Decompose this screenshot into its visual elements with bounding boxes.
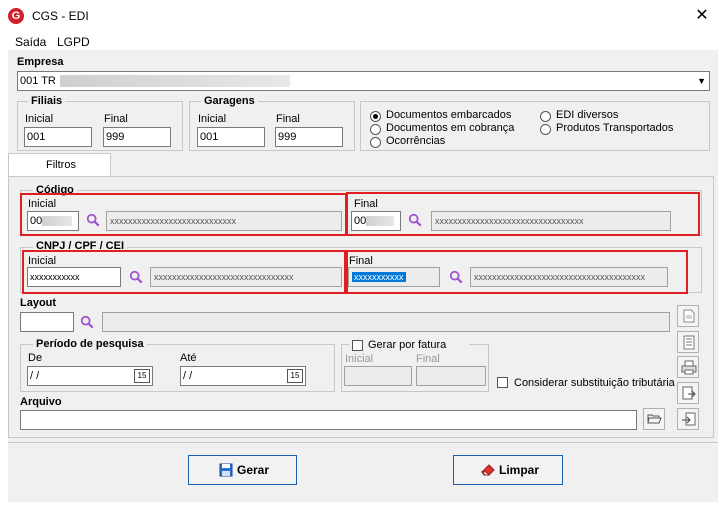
tab-filtros-label: Filtros [46, 159, 76, 171]
menu-item-lgpd[interactable]: LGPD [57, 35, 90, 49]
radio-ocorrencias[interactable] [370, 137, 381, 148]
save-icon [219, 463, 233, 477]
print-button[interactable] [677, 356, 699, 378]
search-icon[interactable] [80, 315, 94, 329]
app-logo-icon: G [8, 8, 24, 24]
title-bar: G CGS - EDI ✕ [0, 0, 726, 32]
cnpj-inicial-input[interactable]: xxxxxxxxxxx [27, 267, 121, 287]
window-title: CGS - EDI [32, 9, 89, 23]
cnpj-final-input[interactable]: xxxxxxxxxxx [348, 267, 440, 287]
calendar-icon[interactable]: 15 [134, 369, 150, 383]
calendar-icon[interactable]: 15 [287, 369, 303, 383]
eraser-icon [480, 464, 495, 476]
radio-produtos-transportados[interactable] [540, 124, 551, 135]
radio-label: Produtos Transportados [556, 122, 674, 134]
cnpj-inicial-label: Inicial [28, 255, 57, 267]
divider [8, 442, 718, 443]
substituicao-checkbox[interactable] [497, 377, 508, 388]
periodo-ate-value: / / [183, 370, 193, 382]
redacted-text [366, 216, 394, 226]
filiais-inicial-label: Inicial [25, 113, 54, 125]
garagens-inicial-input[interactable]: 001 [197, 127, 265, 147]
cnpj-final-desc: xxxxxxxxxxxxxxxxxxxxxxxxxxxxxxxxxxxxxx [470, 267, 668, 287]
cnpj-inicial-desc: xxxxxxxxxxxxxxxxxxxxxxxxxxxxxxx [150, 267, 342, 287]
empresa-value: 001 TR [20, 75, 56, 87]
folder-icon [647, 414, 662, 424]
folder-open-button[interactable] [643, 408, 665, 430]
filiais-final-label: Final [104, 113, 128, 125]
empresa-label: Empresa [17, 56, 64, 68]
layout-input[interactable] [20, 312, 74, 332]
codigo-final-input[interactable]: 00 [351, 211, 401, 231]
garagens-label: Garagens [201, 95, 258, 107]
import-icon [682, 412, 696, 426]
arquivo-label: Arquivo [20, 396, 62, 408]
radio-documentos-embarcados[interactable] [370, 111, 381, 122]
fatura-inicial-input [344, 366, 412, 386]
close-button[interactable]: ✕ [690, 4, 714, 28]
radio-edi-diversos[interactable] [540, 111, 551, 122]
document-icon [683, 309, 695, 323]
layout-label: Layout [20, 297, 57, 309]
redacted-text [60, 75, 290, 87]
search-icon[interactable] [86, 213, 100, 227]
codigo-inicial-value: 00 [30, 215, 43, 227]
fatura-legend: Gerar por fatura [349, 338, 469, 352]
layout-desc [102, 312, 670, 332]
periodo-ate-input[interactable]: / / 15 [180, 366, 306, 386]
document-button[interactable] [677, 305, 699, 327]
export-button[interactable] [677, 382, 699, 404]
fatura-label: Gerar por fatura [368, 339, 447, 351]
radio-documentos-cobranca[interactable] [370, 124, 381, 135]
gerar-button[interactable]: Gerar [188, 455, 297, 485]
cnpj-final-value: xxxxxxxxxxx [352, 272, 406, 282]
notes-icon [683, 335, 695, 350]
limpar-button[interactable]: Limpar [453, 455, 563, 485]
codigo-final-value: 00 [354, 215, 367, 227]
periodo-de-input[interactable]: / / 15 [27, 366, 153, 386]
menu-bar: Saída LGPD [0, 32, 726, 50]
search-icon[interactable] [408, 213, 422, 227]
limpar-label: Limpar [499, 463, 540, 477]
garagens-inicial-label: Inicial [198, 113, 227, 125]
codigo-inicial-input[interactable]: 00 [27, 211, 79, 231]
radio-label: EDI diversos [556, 109, 619, 121]
periodo-ate-label: Até [180, 352, 197, 364]
empresa-select[interactable]: 001 TR ▼ [17, 71, 710, 91]
fatura-final-label: Final [416, 353, 440, 365]
import-button[interactable] [677, 408, 699, 430]
redacted-text [42, 216, 72, 226]
codigo-inicial-label: Inicial [28, 198, 57, 210]
radio-label: Documentos em cobrança [386, 122, 515, 134]
substituicao-label: Considerar substituição tributária [514, 377, 675, 389]
codigo-final-label: Final [354, 198, 378, 210]
gerar-label: Gerar [237, 463, 270, 477]
notes-button[interactable] [677, 331, 699, 353]
tab-filtros[interactable]: Filtros [8, 153, 111, 176]
codigo-inicial-desc: xxxxxxxxxxxxxxxxxxxxxxxxxxxx [106, 211, 342, 231]
fatura-inicial-label: Inicial [345, 353, 374, 365]
periodo-label: Período de pesquisa [33, 338, 147, 350]
search-icon[interactable] [129, 270, 143, 284]
garagens-final-label: Final [276, 113, 300, 125]
arquivo-input[interactable] [20, 410, 637, 430]
search-icon[interactable] [449, 270, 463, 284]
radio-label: Ocorrências [386, 135, 446, 147]
cnpj-final-label: Final [349, 255, 373, 267]
periodo-de-value: / / [30, 370, 40, 382]
export-icon [682, 386, 696, 400]
menu-item-saida[interactable]: Saída [15, 35, 46, 49]
printer-icon [681, 360, 697, 375]
fatura-checkbox[interactable] [352, 340, 363, 351]
chevron-down-icon: ▼ [697, 76, 706, 86]
fatura-final-input [416, 366, 486, 386]
filiais-inicial-input[interactable]: 001 [24, 127, 92, 147]
codigo-final-desc: xxxxxxxxxxxxxxxxxxxxxxxxxxxxxxxxx [431, 211, 671, 231]
filiais-label: Filiais [28, 95, 66, 107]
garagens-final-input[interactable]: 999 [275, 127, 343, 147]
filiais-final-input[interactable]: 999 [103, 127, 171, 147]
radio-label: Documentos embarcados [386, 109, 512, 121]
periodo-de-label: De [28, 352, 43, 364]
